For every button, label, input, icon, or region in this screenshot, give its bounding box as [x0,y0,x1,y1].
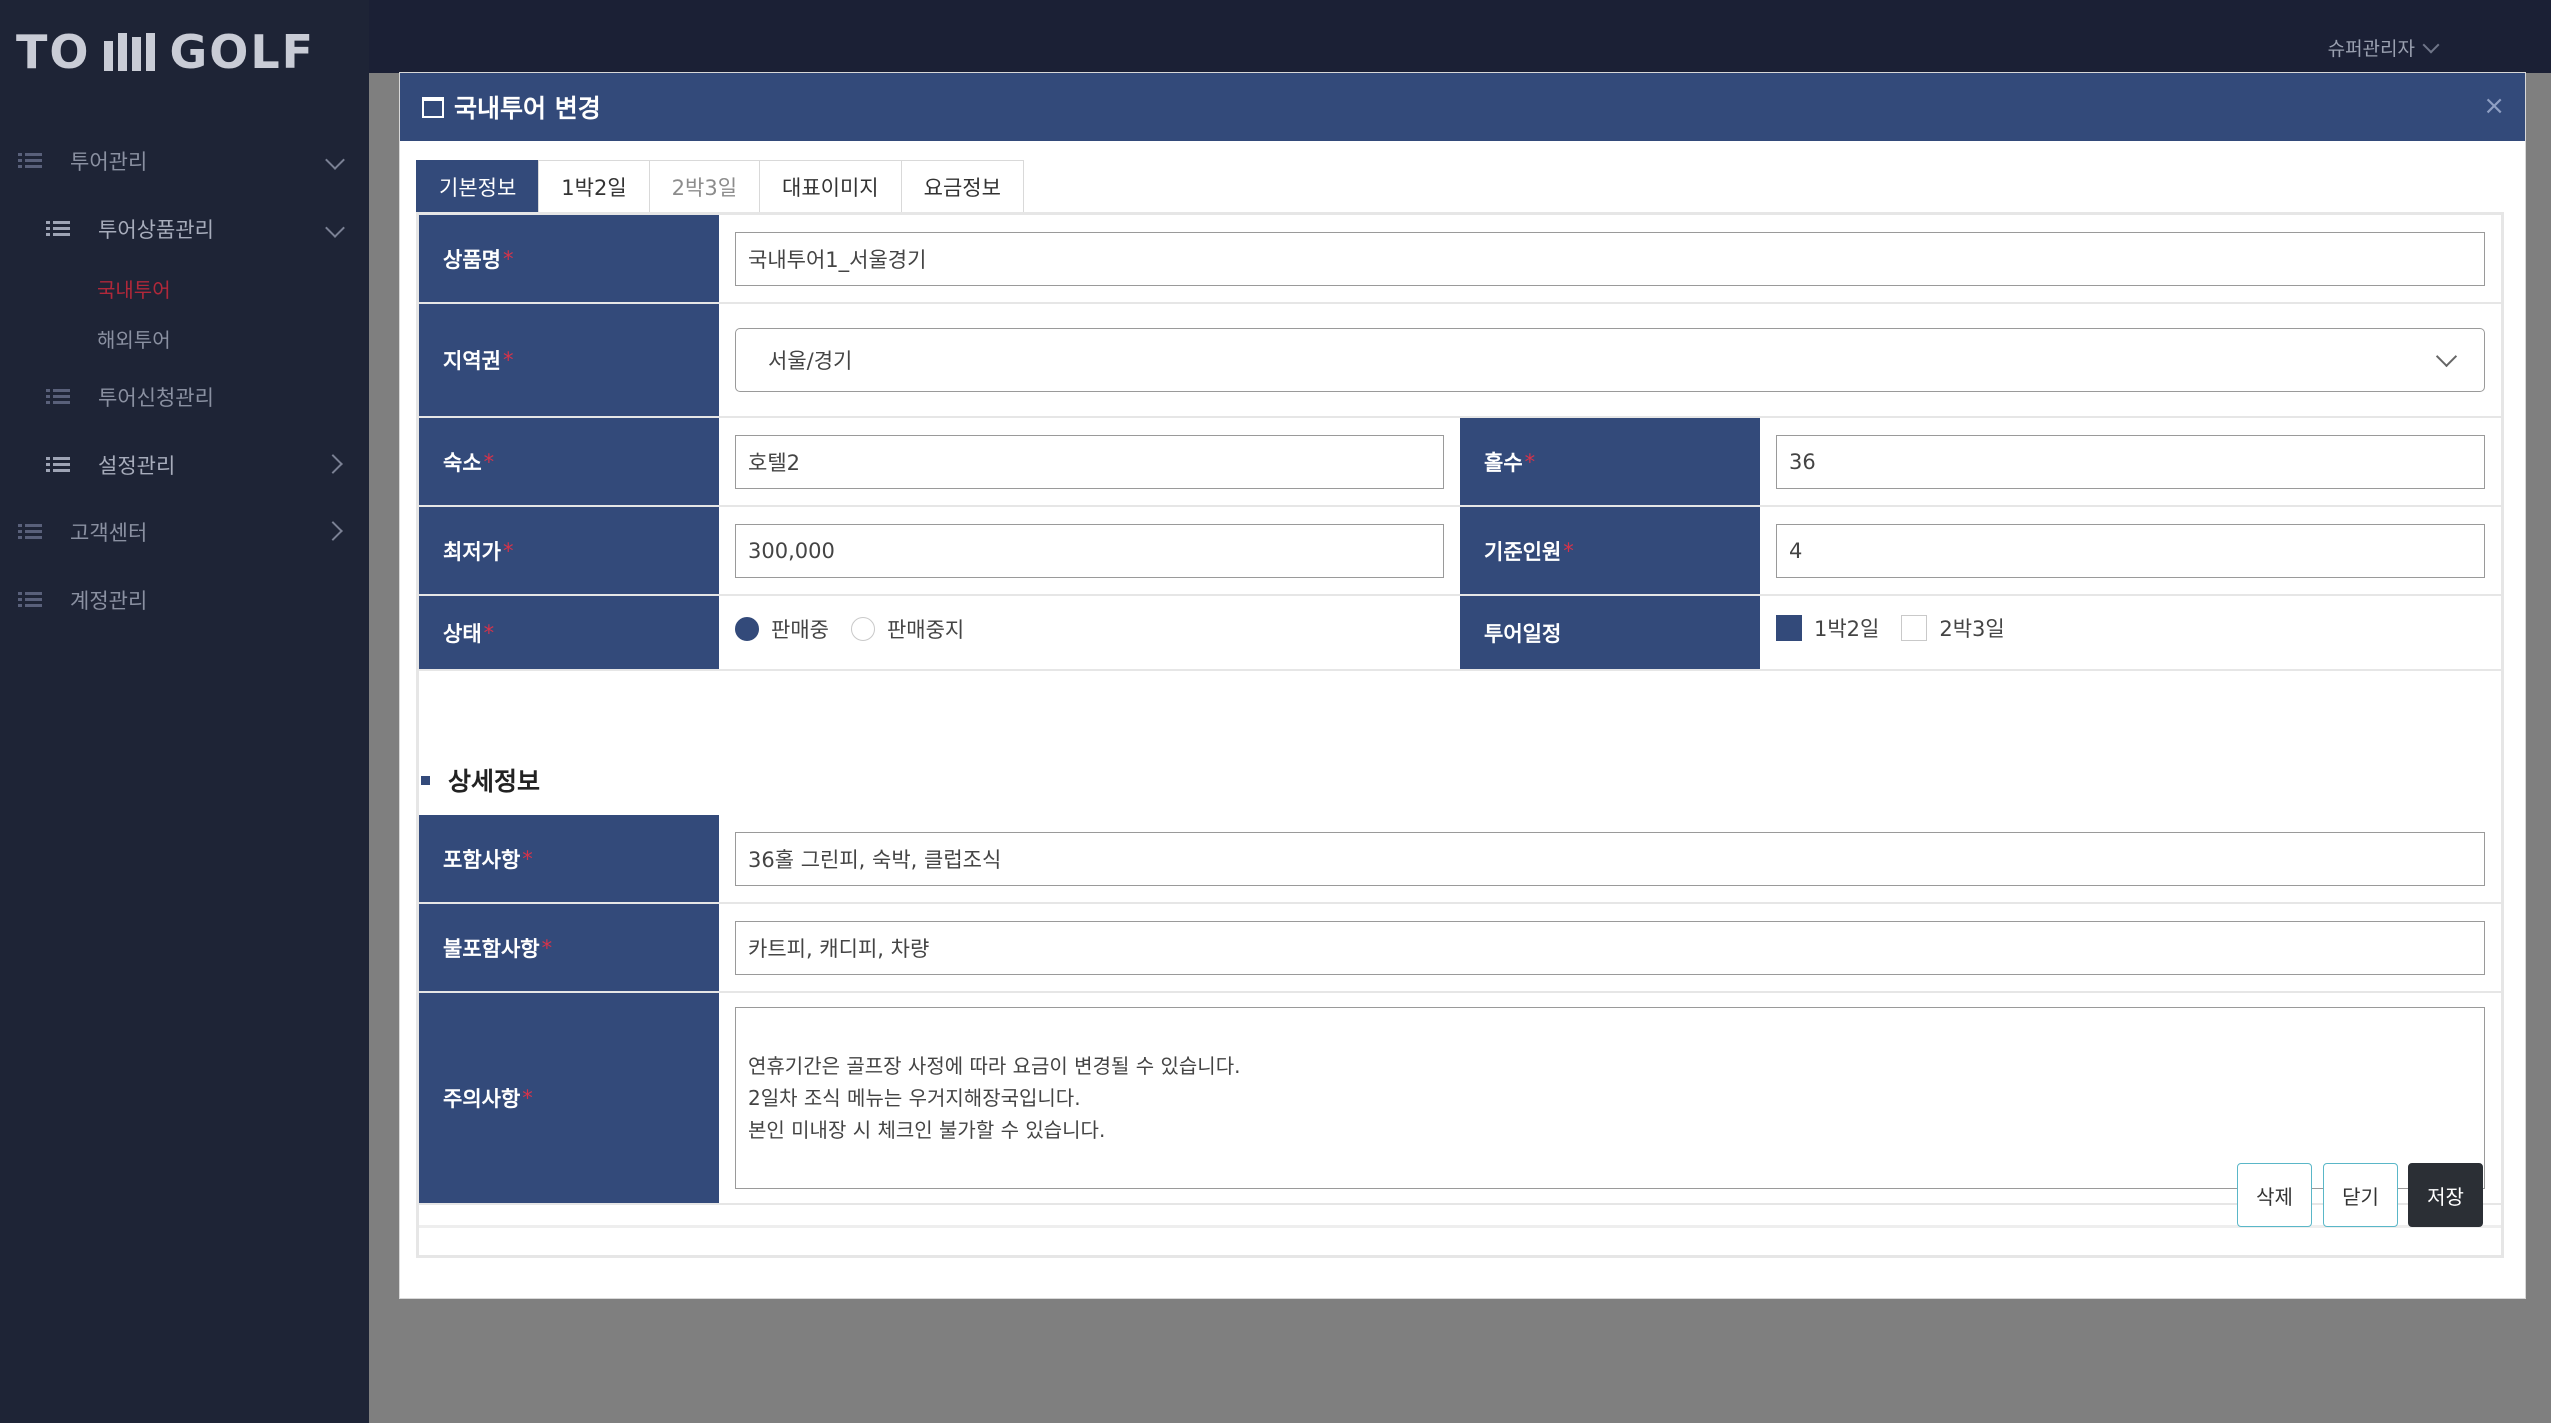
modal-header: 국내투어 변경 × [400,73,2525,141]
sidebar-item-label: 설정관리 [98,454,176,478]
region-label: 지역권 * [419,304,719,418]
chevron-down-icon [2435,345,2458,368]
sidebar-item-tour-application-management[interactable]: 투어신청관리 [46,382,214,412]
base-people-label: 기준인원 * [1460,507,1760,596]
logo-text-left: TO [16,25,91,79]
list-icon [18,592,42,608]
tab-2nights-3days[interactable]: 2박3일 [648,160,761,212]
basic-info-panel: 상품명* 지역권* 서울/경기 숙소* [416,212,2504,1258]
close-button[interactable]: 닫기 [2323,1163,2398,1227]
included-label: 포함사항 * [419,815,719,904]
sidebar-item-label: 계정관리 [70,589,148,613]
excluded-cell [719,904,2501,993]
tab-main-image[interactable]: 대표이미지 [759,160,902,212]
list-icon [46,221,70,237]
tab-basic-info[interactable]: 기본정보 [416,160,540,212]
bullet-square-icon [421,775,430,785]
status-radio-sale-stopped[interactable] [850,617,875,641]
sidebar-item-label: 투어신청관리 [98,386,214,410]
chevron-right-icon[interactable] [323,454,343,474]
chevron-down-icon[interactable] [325,218,345,238]
footer-divider [419,1225,2501,1228]
schedule-option-label: 2박3일 [1939,617,2005,641]
tab-bar: 기본정보 1박2일 2박3일 대표이미지 요금정보 [416,160,1024,212]
sidebar-item-customer-center[interactable]: 고객센터 [18,517,147,547]
chevron-down-icon [2422,36,2440,53]
notes-label: 주의사항 * [419,993,719,1205]
list-icon [46,457,70,473]
product-name-input[interactable] [735,231,2485,286]
notes-cell: 연휴기간은 골프장 사정에 따라 요금이 변경될 수 있습니다. 2일차 조식 … [719,993,2501,1205]
product-name-label: 상품명 * [419,215,719,304]
included-input[interactable] [735,831,2485,886]
holes-cell [1760,418,2501,507]
schedule-option-label: 1박2일 [1814,617,1880,641]
user-name: 슈퍼관리자 [2327,38,2415,60]
sidebar-item-label: 투어관리 [70,150,148,174]
schedule-checkbox-2n3d[interactable] [1901,615,1928,641]
status-radio-group: 판매중 판매중지 [735,614,986,644]
close-icon[interactable]: × [2483,91,2505,121]
status-option-label: 판매중지 [886,618,965,642]
list-icon [46,389,70,405]
logo-bars-icon [104,33,156,71]
excluded-label: 불포함사항 * [419,904,719,993]
schedule-cell: 1박2일 2박3일 [1760,596,2501,671]
lodging-label: 숙소 * [419,418,719,507]
detail-section-title: 상세정보 [419,762,540,798]
list-icon [18,524,42,540]
tab-price-info[interactable]: 요금정보 [900,160,1024,212]
user-menu[interactable]: 슈퍼관리자 [2327,34,2440,61]
region-select[interactable]: 서울/경기 [735,328,2485,392]
base-people-cell [1760,507,2501,596]
sidebar-item-tour-product-management[interactable]: 투어상품관리 [46,214,214,244]
chevron-down-icon[interactable] [325,150,345,170]
sidebar-item-settings-management[interactable]: 설정관리 [46,450,175,480]
holes-input[interactable] [1776,434,2485,489]
min-price-input[interactable] [735,523,1444,578]
sidebar-item-label: 투어상품관리 [98,218,214,242]
sidebar-item-domestic-tour[interactable]: 국내투어 [97,274,171,303]
excluded-input[interactable] [735,920,2485,975]
logo: TO GOLF [16,25,316,79]
chevron-right-icon[interactable] [323,521,343,541]
sidebar-item-overseas-tour[interactable]: 해외투어 [97,324,171,353]
lodging-input[interactable] [735,434,1444,489]
logo-text-right: GOLF [169,25,316,79]
min-price-label: 최저가 * [419,507,719,596]
list-icon [18,153,42,169]
lodging-cell [719,418,1460,507]
tab-1night-2days[interactable]: 1박2일 [538,160,650,212]
save-button[interactable]: 저장 [2408,1163,2483,1227]
delete-button[interactable]: 삭제 [2237,1163,2312,1227]
status-radio-on-sale[interactable] [735,617,759,641]
sidebar-item-account-management[interactable]: 계정관리 [18,585,147,615]
window-icon [422,96,444,118]
modal-title: 국내투어 변경 [454,94,601,123]
schedule-checkbox-group: 1박2일 2박3일 [1776,613,2027,643]
status-cell: 판매중 판매중지 [719,596,1460,671]
edit-domestic-tour-modal: 국내투어 변경 × 기본정보 1박2일 2박3일 대표이미지 요금정보 상품명 *… [400,73,2525,1298]
sidebar-item-label: 고객센터 [70,521,148,545]
status-label: 상태 * [419,596,719,671]
included-cell [719,815,2501,904]
region-cell: 서울/경기 [719,304,2501,418]
sidebar-item-tour-management[interactable]: 투어관리 [18,146,147,176]
schedule-label: 투어일정 [1460,596,1760,671]
product-name-cell [719,215,2501,304]
schedule-checkbox-1n2d[interactable] [1776,615,1802,641]
notes-textarea[interactable]: 연휴기간은 골프장 사정에 따라 요금이 변경될 수 있습니다. 2일차 조식 … [735,1007,2485,1189]
top-bar: 슈퍼관리자 [369,0,2551,73]
holes-label: 홀수 * [1460,418,1760,507]
sidebar: 투어관리 투어상품관리 국내투어 해외투어 투어신청관리 설정관리 고객센터 계… [0,0,369,1423]
status-option-label: 판매중 [771,618,829,642]
min-price-cell [719,507,1460,596]
base-people-input[interactable] [1776,523,2485,578]
